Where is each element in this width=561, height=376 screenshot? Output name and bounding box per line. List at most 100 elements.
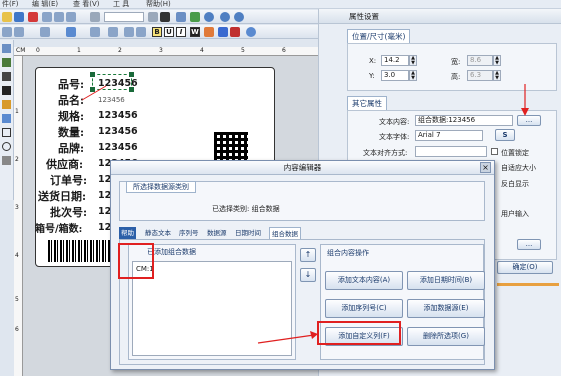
tab-position-size[interactable]: 位置/尺寸(毫米) (347, 29, 411, 43)
label-field-name[interactable]: 数量: (58, 124, 84, 140)
delete-icon[interactable] (28, 12, 38, 22)
menu-help[interactable]: 帮助(H) (146, 0, 171, 9)
label-field-name[interactable]: 送货日期: (38, 188, 86, 204)
help-icon[interactable] (246, 27, 256, 37)
ruler-tick: 6 (15, 326, 19, 333)
info-icon[interactable] (234, 12, 244, 22)
paste-icon[interactable] (66, 12, 76, 22)
ruler-tick: 6 (282, 47, 286, 54)
picture-icon[interactable] (204, 27, 214, 37)
extra-edit-button[interactable]: ... (517, 239, 541, 250)
underline-button[interactable]: U (164, 27, 174, 37)
content-label: 文本内容: (379, 118, 410, 126)
resize-handle[interactable] (129, 72, 134, 77)
settings-icon[interactable] (204, 12, 214, 22)
italic-button[interactable]: I (176, 27, 186, 37)
menu-view[interactable]: 查 看(V) (73, 0, 99, 9)
width-input[interactable]: 8.6 (467, 55, 493, 66)
y-spinner[interactable]: ▲ ▼ (409, 70, 417, 81)
height-spinner[interactable]: ▲ ▼ (493, 70, 501, 81)
image-icon[interactable] (176, 12, 186, 22)
tab-datetime[interactable]: 日期时间 (233, 227, 263, 239)
tab-combined-data[interactable]: 组合数据 (269, 227, 301, 239)
x-input[interactable]: 14.2 (381, 55, 409, 66)
width-label: 宽: (451, 58, 461, 66)
select-tool-icon[interactable] (2, 44, 11, 53)
save-icon[interactable] (14, 12, 24, 22)
close-icon[interactable]: × (480, 162, 491, 173)
add-serial-button[interactable]: 添加序列号(C) (325, 299, 403, 318)
label-field-value[interactable]: 123456 (98, 110, 138, 121)
label-field-value[interactable]: 123456 (98, 126, 138, 137)
label-field-name[interactable]: 品牌: (58, 140, 84, 156)
reverse-label: 反白显示 (501, 180, 529, 188)
zoom-icon[interactable] (90, 12, 100, 22)
lock-checkbox[interactable] (491, 148, 498, 155)
resize-handle[interactable] (90, 72, 95, 77)
ruler-tick: 1 (15, 108, 19, 115)
label-field-name[interactable]: 批次号: (50, 204, 87, 220)
line-tool-icon[interactable] (2, 114, 11, 123)
search-icon[interactable] (148, 12, 158, 22)
new-icon[interactable] (2, 12, 12, 22)
y-input[interactable]: 3.0 (381, 70, 409, 81)
tab-static-text[interactable]: 静态文本 (143, 227, 173, 239)
group-icon[interactable] (66, 27, 76, 37)
align-right-icon[interactable] (40, 27, 50, 37)
ruler-tick: 4 (15, 252, 19, 259)
align-left-icon[interactable] (2, 27, 12, 37)
copy-icon[interactable] (54, 12, 64, 22)
menu-edit[interactable]: 编 辑(E) (32, 0, 58, 9)
zoom-select[interactable] (104, 12, 144, 22)
wordwrap-button[interactable]: W (190, 27, 200, 37)
rect-tool-icon[interactable] (2, 128, 11, 137)
ellipse-tool-icon[interactable] (2, 142, 11, 151)
add-text-button[interactable]: 添加文本内容(A) (325, 271, 403, 290)
tab-datasource[interactable]: 数据源 (205, 227, 229, 239)
ok-button[interactable]: 确定(O) (497, 261, 553, 274)
qrcode-icon[interactable] (160, 12, 170, 22)
font-button[interactable]: S (495, 129, 515, 141)
grid-icon[interactable] (108, 27, 118, 37)
menu-tools[interactable]: 工 具 (113, 0, 129, 9)
qrcode-tool-icon[interactable] (2, 86, 11, 95)
delete-selected-button[interactable]: 删除所选项(G) (407, 327, 485, 346)
content-input[interactable]: 组合数据:123456 (415, 115, 513, 126)
label-field-value[interactable]: 123456 (98, 142, 138, 153)
label-field-name[interactable]: 供应商: (46, 156, 83, 172)
clock-icon[interactable] (220, 12, 230, 22)
resize-handle[interactable] (129, 87, 134, 92)
label-field-name[interactable]: 订单号: (50, 172, 87, 188)
tab-other-props[interactable]: 其它属性 (347, 96, 387, 110)
add-datetime-button[interactable]: 添加日期时间(B) (407, 271, 485, 290)
distribute-icon[interactable] (90, 27, 100, 37)
font-input[interactable]: Arial 7 (415, 130, 483, 141)
highlight-icon[interactable] (230, 27, 240, 37)
move-down-button[interactable]: ↓ (300, 268, 316, 282)
menu-file[interactable]: 件(F) (2, 0, 19, 9)
cut-icon[interactable] (42, 12, 52, 22)
label-field-name[interactable]: 规格: (58, 108, 84, 124)
progress-stripe (497, 283, 559, 286)
tab-help[interactable]: 帮助 (119, 227, 136, 239)
height-input[interactable]: 6.3 (467, 70, 493, 81)
barcode-image[interactable] (48, 240, 114, 262)
frame-icon[interactable] (136, 27, 146, 37)
color-icon[interactable] (218, 27, 228, 37)
refresh-icon[interactable] (190, 12, 200, 22)
align-center-icon[interactable] (14, 27, 24, 37)
move-up-button[interactable]: ↑ (300, 248, 316, 262)
x-spinner[interactable]: ▲ ▼ (409, 55, 417, 66)
tab-serial[interactable]: 序列号 (177, 227, 201, 239)
barcode-tool-icon[interactable] (2, 72, 11, 81)
text-tool-icon[interactable] (2, 58, 11, 67)
add-datasource-button[interactable]: 添加数据源(E) (407, 299, 485, 318)
table-icon[interactable] (124, 27, 134, 37)
bold-button[interactable]: B (152, 27, 162, 37)
datamatrix-image[interactable] (214, 132, 248, 160)
image-tool-icon[interactable] (2, 100, 11, 109)
align-select[interactable] (415, 146, 487, 157)
table-tool-icon[interactable] (2, 156, 11, 165)
width-spinner[interactable]: ▲ ▼ (493, 55, 501, 66)
label-field-name[interactable]: 箱号/箱数: (35, 220, 82, 235)
